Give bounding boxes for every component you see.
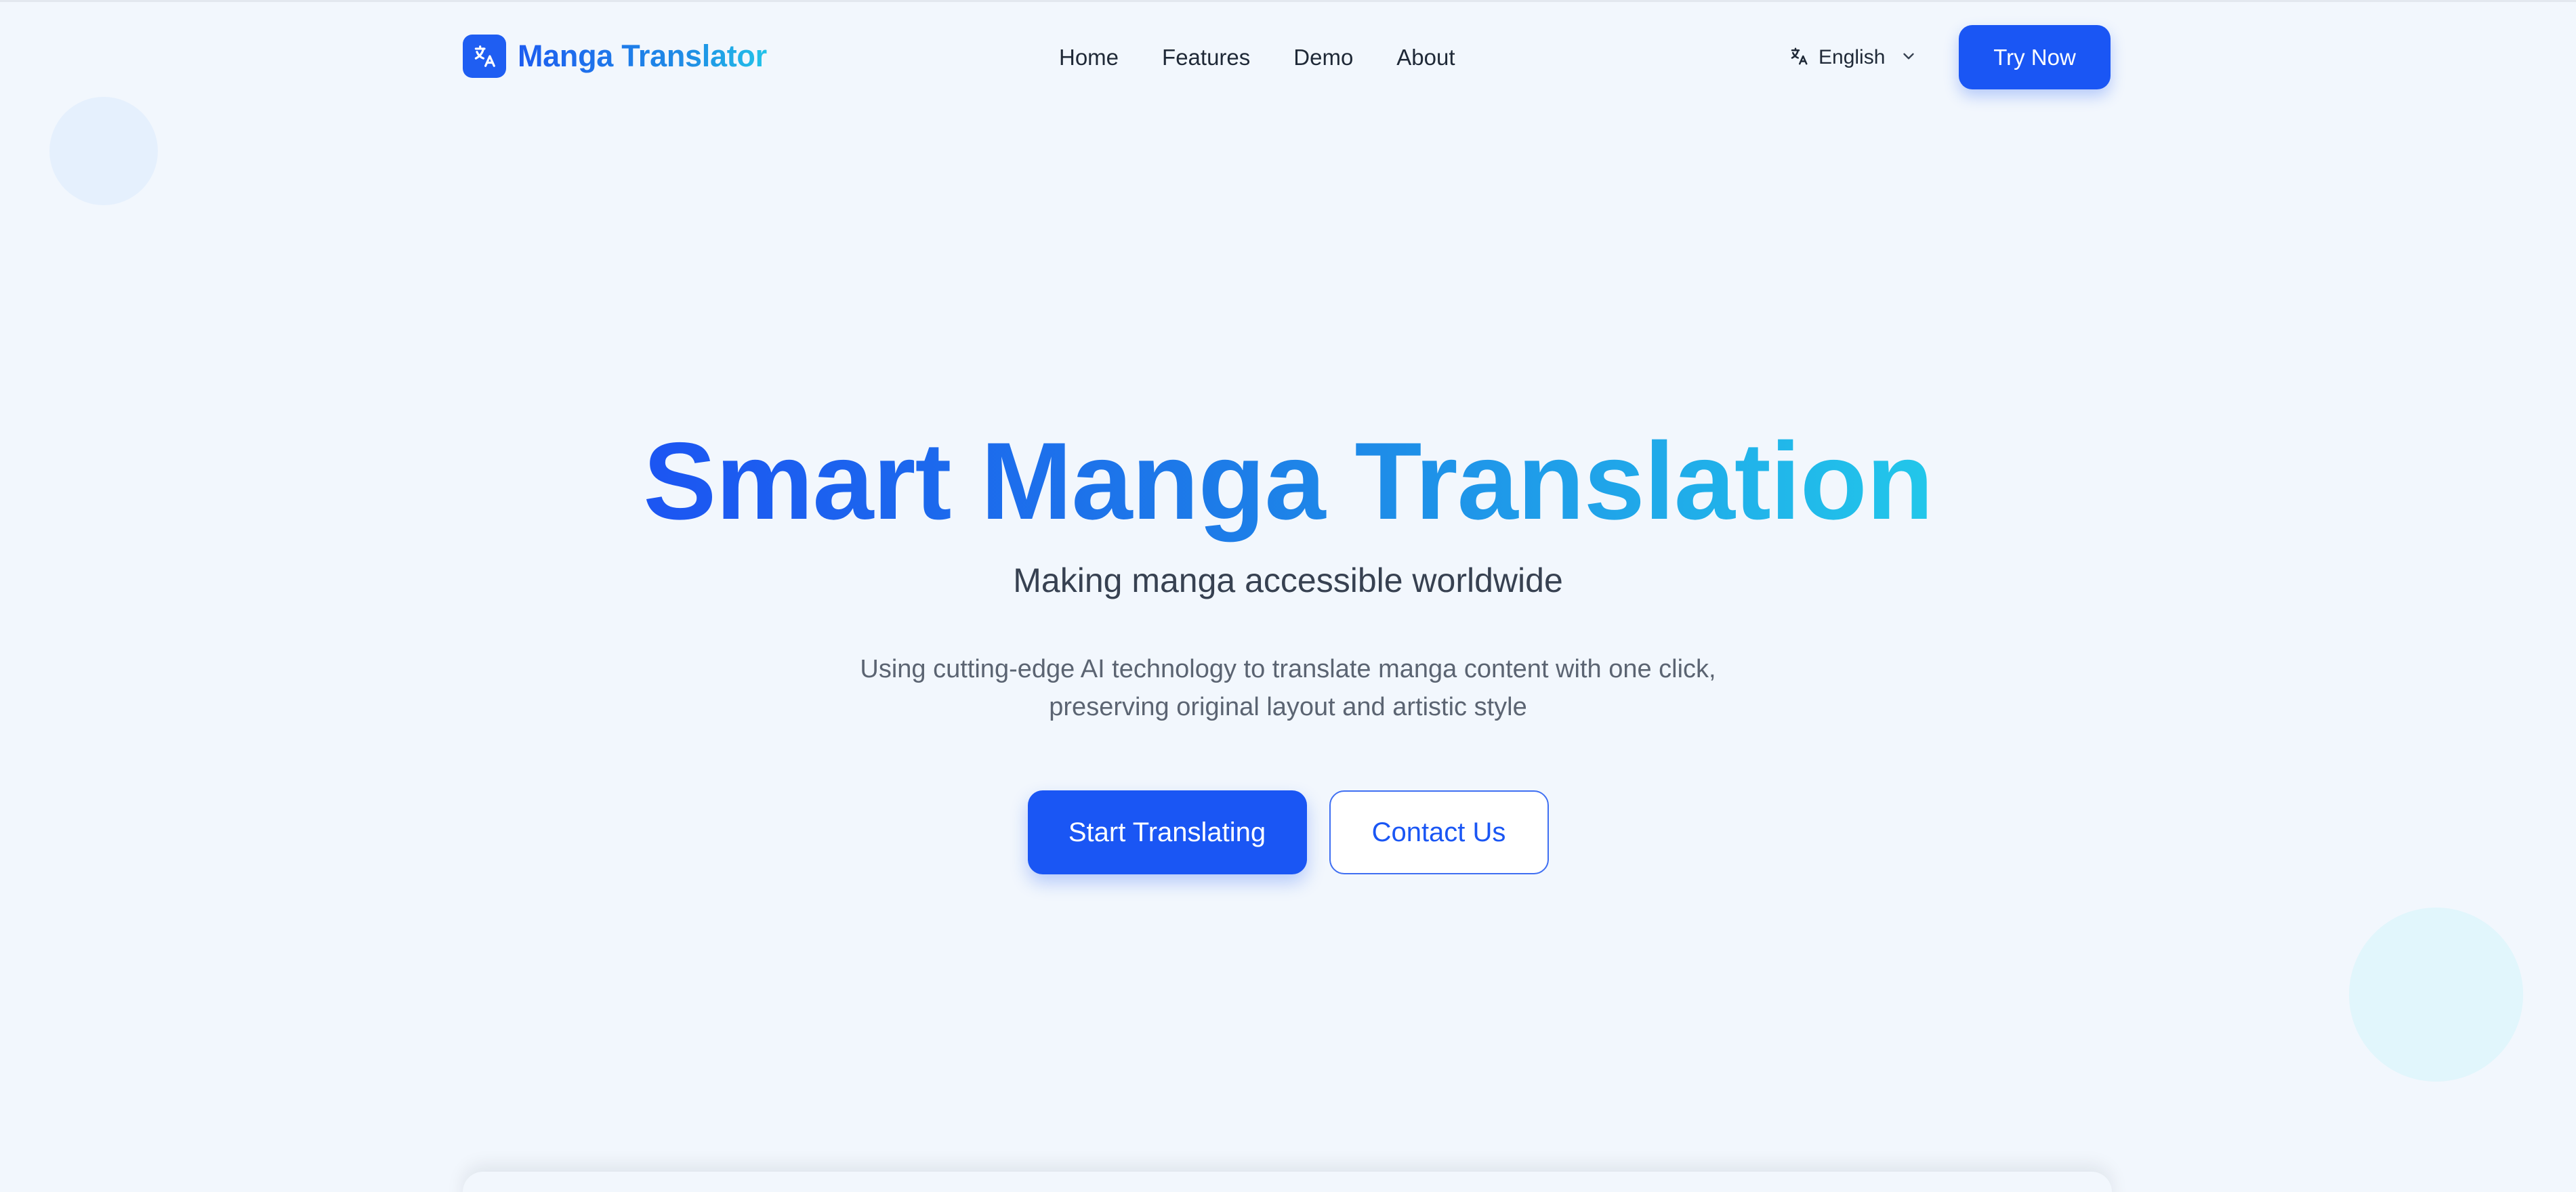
nav-features[interactable]: Features	[1162, 45, 1250, 70]
preview-card-edge	[463, 1172, 2112, 1192]
language-label: English	[1819, 46, 1886, 68]
hero-subtitle: Making manga accessible worldwide	[1013, 561, 1563, 599]
brand-name: Manga Translator	[518, 39, 767, 73]
site-header: Manga Translator Home Features Demo Abou…	[0, 2, 2576, 107]
hero-description-line: Using cutting-edge AI technology to tran…	[860, 655, 1716, 683]
hero-title-text: Smart Manga Translation	[643, 420, 1933, 542]
decorative-circle-left	[49, 97, 158, 205]
brand[interactable]: Manga Translator	[463, 34, 767, 79]
cta-group: Start Translating Contact Us	[0, 790, 2576, 874]
hero-description: Using cutting-edge AI technology to tran…	[0, 650, 2576, 726]
nav-home[interactable]: Home	[1059, 45, 1119, 70]
hero-title: Smart Manga Translation	[0, 417, 2576, 546]
try-now-button[interactable]: Try Now	[1959, 25, 2111, 89]
hero-description-line: preserving original layout and artistic …	[1049, 693, 1527, 721]
start-translating-button[interactable]: Start Translating	[1027, 790, 1307, 874]
main-nav: Home Features Demo About	[1059, 41, 1455, 74]
language-selector[interactable]: English	[1789, 43, 1917, 72]
decorative-circle-right	[2349, 908, 2523, 1082]
translate-icon	[463, 35, 506, 78]
translate-icon	[1789, 46, 1809, 70]
nav-about[interactable]: About	[1396, 45, 1455, 70]
chevron-down-icon	[1900, 47, 1917, 68]
contact-us-button[interactable]: Contact Us	[1329, 790, 1549, 874]
nav-demo[interactable]: Demo	[1293, 45, 1353, 70]
